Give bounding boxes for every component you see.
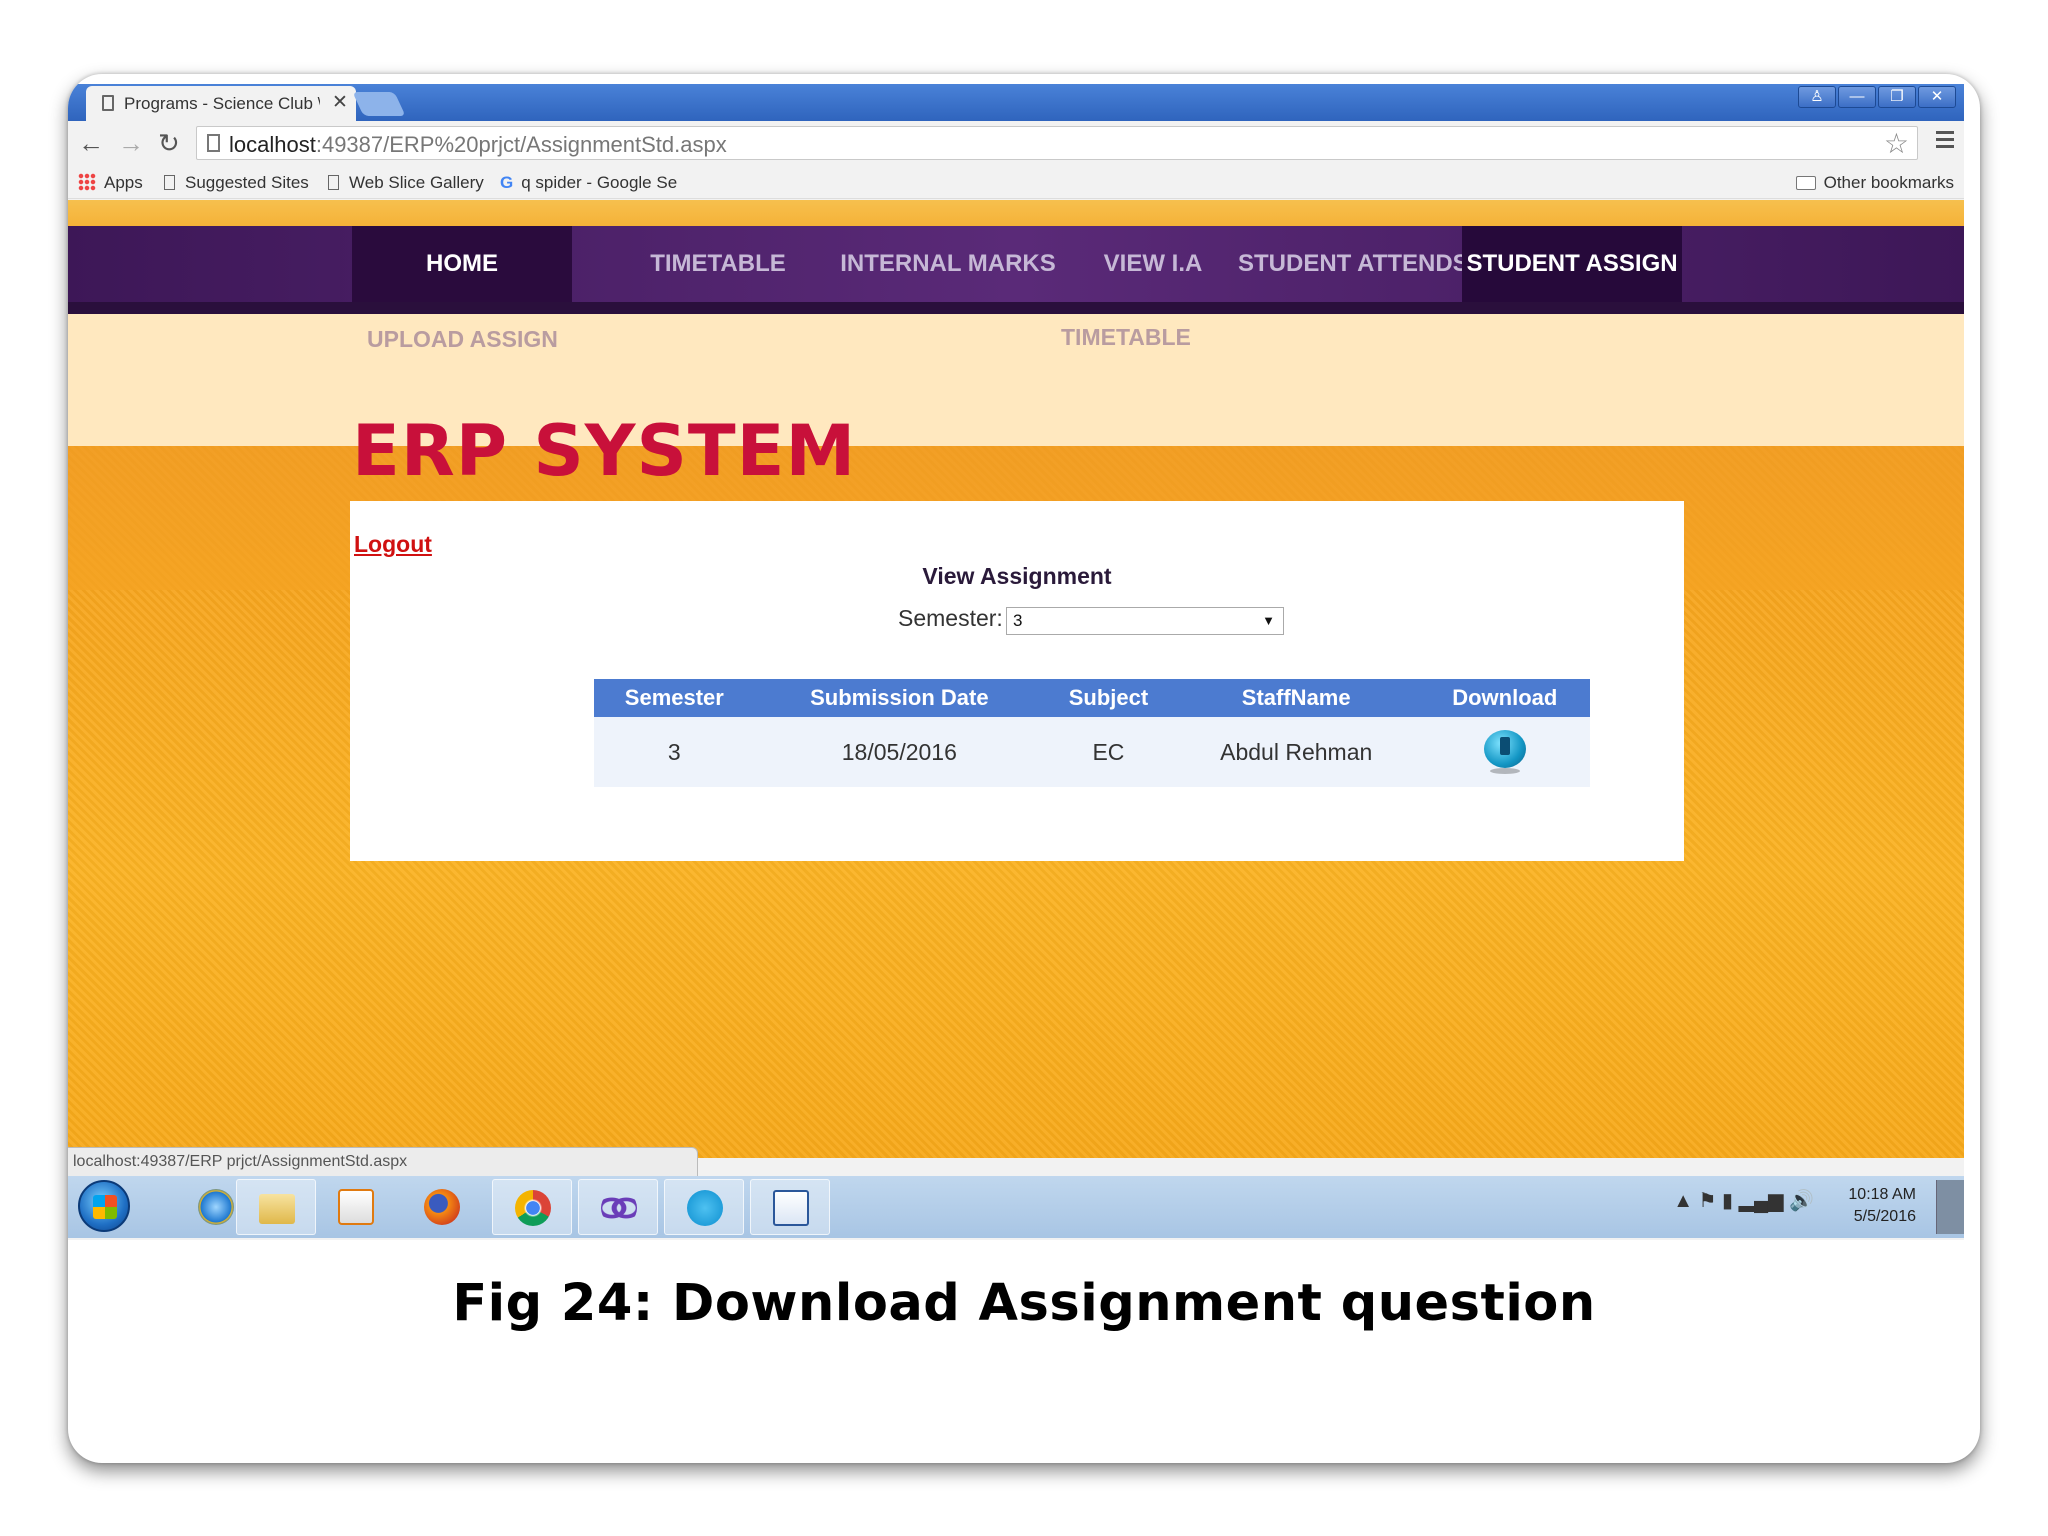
page-icon [164,175,175,190]
system-tray-icons[interactable]: ▲ ⚑ ▮ ▂▄▆ 🔊 [1673,1188,1814,1213]
figure-caption: Fig 24: Download Assignment question [452,1274,1596,1333]
bookmark-suggested-sites[interactable]: Suggested Sites [164,173,309,193]
bookmarks-bar: Apps Suggested Sites Web Slice Gallery G… [68,165,1964,199]
chrome-icon[interactable] [492,1179,572,1235]
tab-title: Programs - Science Club \ [124,94,320,113]
bookmark-web-slice-gallery[interactable]: Web Slice Gallery [328,173,484,193]
visual-studio-icon[interactable] [578,1179,658,1235]
clock-time: 10:18 AM [1848,1186,1916,1203]
submenu-timetable[interactable]: TIMETABLE [1061,324,1191,351]
nav-item-home[interactable]: HOME [352,226,572,302]
bookmark-label: Web Slice Gallery [349,173,484,192]
chrome-menu-icon[interactable] [1936,131,1954,149]
column-header-staffname: StaffName [1172,679,1420,717]
taskbar-clock[interactable]: 10:18 AM 5/5/2016 [1836,1184,1916,1228]
restore-button[interactable]: ❐ [1878,86,1916,108]
cell-subject: EC [1044,717,1173,787]
column-header-submission-date: Submission Date [754,679,1045,717]
content-panel: Logout View Assignment Semester: 3 ▼ Sem… [350,501,1684,861]
bookmark-label: Apps [104,173,143,192]
assignment-table: Semester Submission Date Subject StaffNa… [594,679,1590,787]
page-icon [207,134,220,152]
url-path: :49387/ERP%20prjct/AssignmentStd.aspx [315,132,727,157]
bookmark-label: Other bookmarks [1823,173,1954,192]
bookmark-apps[interactable]: Apps [78,173,143,193]
bookmark-label: Suggested Sites [185,173,309,192]
windows-taskbar: ▲ ⚑ ▮ ▂▄▆ 🔊 10:18 AM 5/5/2016 [68,1176,1964,1238]
browser-toolbar: ← → ↻ localhost:49387/ERP%20prjct/Assign… [68,121,1964,165]
main-nav: HOME TIMETABLE INTERNAL MARKS VIEW I.A S… [68,226,1964,314]
bookmark-label: q spider - Google Se [521,173,678,192]
semester-select[interactable]: 3 ▼ [1006,607,1284,635]
table-header-row: Semester Submission Date Subject StaffNa… [594,679,1590,717]
column-header-semester: Semester [594,679,755,717]
web-page: HOME TIMETABLE INTERNAL MARKS VIEW I.A S… [68,200,1964,1158]
browser-tab[interactable]: Programs - Science Club \ ✕ [86,86,356,121]
bookmark-star-icon[interactable]: ☆ [1884,127,1909,160]
nav-item-student-attends[interactable]: STUDENT ATTENDS [1238,226,1469,302]
close-window-button[interactable]: ✕ [1918,86,1956,108]
semester-label: Semester: [898,605,1003,631]
folder-icon [1795,176,1816,190]
column-header-download: Download [1419,679,1590,717]
download-icon[interactable] [1483,730,1526,774]
firefox-icon[interactable] [402,1179,482,1235]
forward-button[interactable]: → [118,130,144,156]
cell-semester: 3 [594,717,755,787]
table-row: 3 18/05/2016 EC Abdul Rehman [594,717,1590,787]
page-icon [102,95,114,111]
window-controls: ♙ — ❐ ✕ [1798,86,1956,108]
chevron-down-icon: ▼ [1262,613,1275,628]
file-explorer-icon[interactable] [236,1179,316,1235]
slide-frame: Programs - Science Club \ ✕ ♙ — ❐ ✕ ← → … [68,74,1980,1463]
tab-close-icon[interactable]: ✕ [332,91,348,114]
reload-button[interactable]: ↻ [158,130,180,156]
media-player-icon[interactable] [316,1179,396,1235]
new-tab-button[interactable] [352,92,406,116]
semester-selected-value: 3 [1013,611,1023,630]
url-host: localhost [229,132,316,157]
skype-icon[interactable] [664,1179,744,1235]
google-icon: G [500,173,514,192]
page-icon [328,175,339,190]
cell-submission-date: 18/05/2016 [754,717,1045,787]
status-bar-url: localhost:49387/ERP prjct/AssignmentStd.… [68,1147,698,1177]
submenu-upload-assign[interactable]: UPLOAD ASSIGN [367,326,558,353]
logout-link[interactable]: Logout [354,531,432,558]
back-button[interactable]: ← [78,130,104,156]
cell-staffname: Abdul Rehman [1172,717,1420,787]
nav-item-student-assign[interactable]: STUDENT ASSIGN [1462,226,1682,302]
tab-strip: Programs - Science Club \ ✕ ♙ — ❐ ✕ [68,84,1964,121]
browser-screenshot: Programs - Science Club \ ✕ ♙ — ❐ ✕ ← → … [68,84,1964,1240]
column-header-subject: Subject [1044,679,1173,717]
user-profile-button[interactable]: ♙ [1798,86,1836,108]
word-icon[interactable] [750,1179,830,1235]
nav-item-internal-marks[interactable]: INTERNAL MARKS [828,226,1068,302]
bookmark-other[interactable]: Other bookmarks [1795,173,1954,193]
url-text: localhost:49387/ERP%20prjct/AssignmentSt… [229,132,727,158]
bookmark-q-spider[interactable]: Gq spider - Google Se [500,173,677,193]
clock-date: 5/5/2016 [1853,1208,1916,1225]
nav-item-view-ia[interactable]: VIEW I.A [1078,226,1228,302]
cell-download [1419,717,1590,787]
apps-grid-icon [78,173,96,191]
nav-item-timetable[interactable]: TIMETABLE [608,226,828,302]
show-desktop-button[interactable] [1936,1180,1964,1234]
top-stripe [68,200,1964,226]
view-assignment-title: View Assignment [922,563,1112,589]
address-bar[interactable]: localhost:49387/ERP%20prjct/AssignmentSt… [196,126,1918,160]
site-logo-text: ERP SYSTEM [352,410,857,492]
minimize-button[interactable]: — [1838,86,1876,108]
windows-start-icon[interactable] [78,1180,130,1232]
nav-bottom-border [68,302,1964,314]
